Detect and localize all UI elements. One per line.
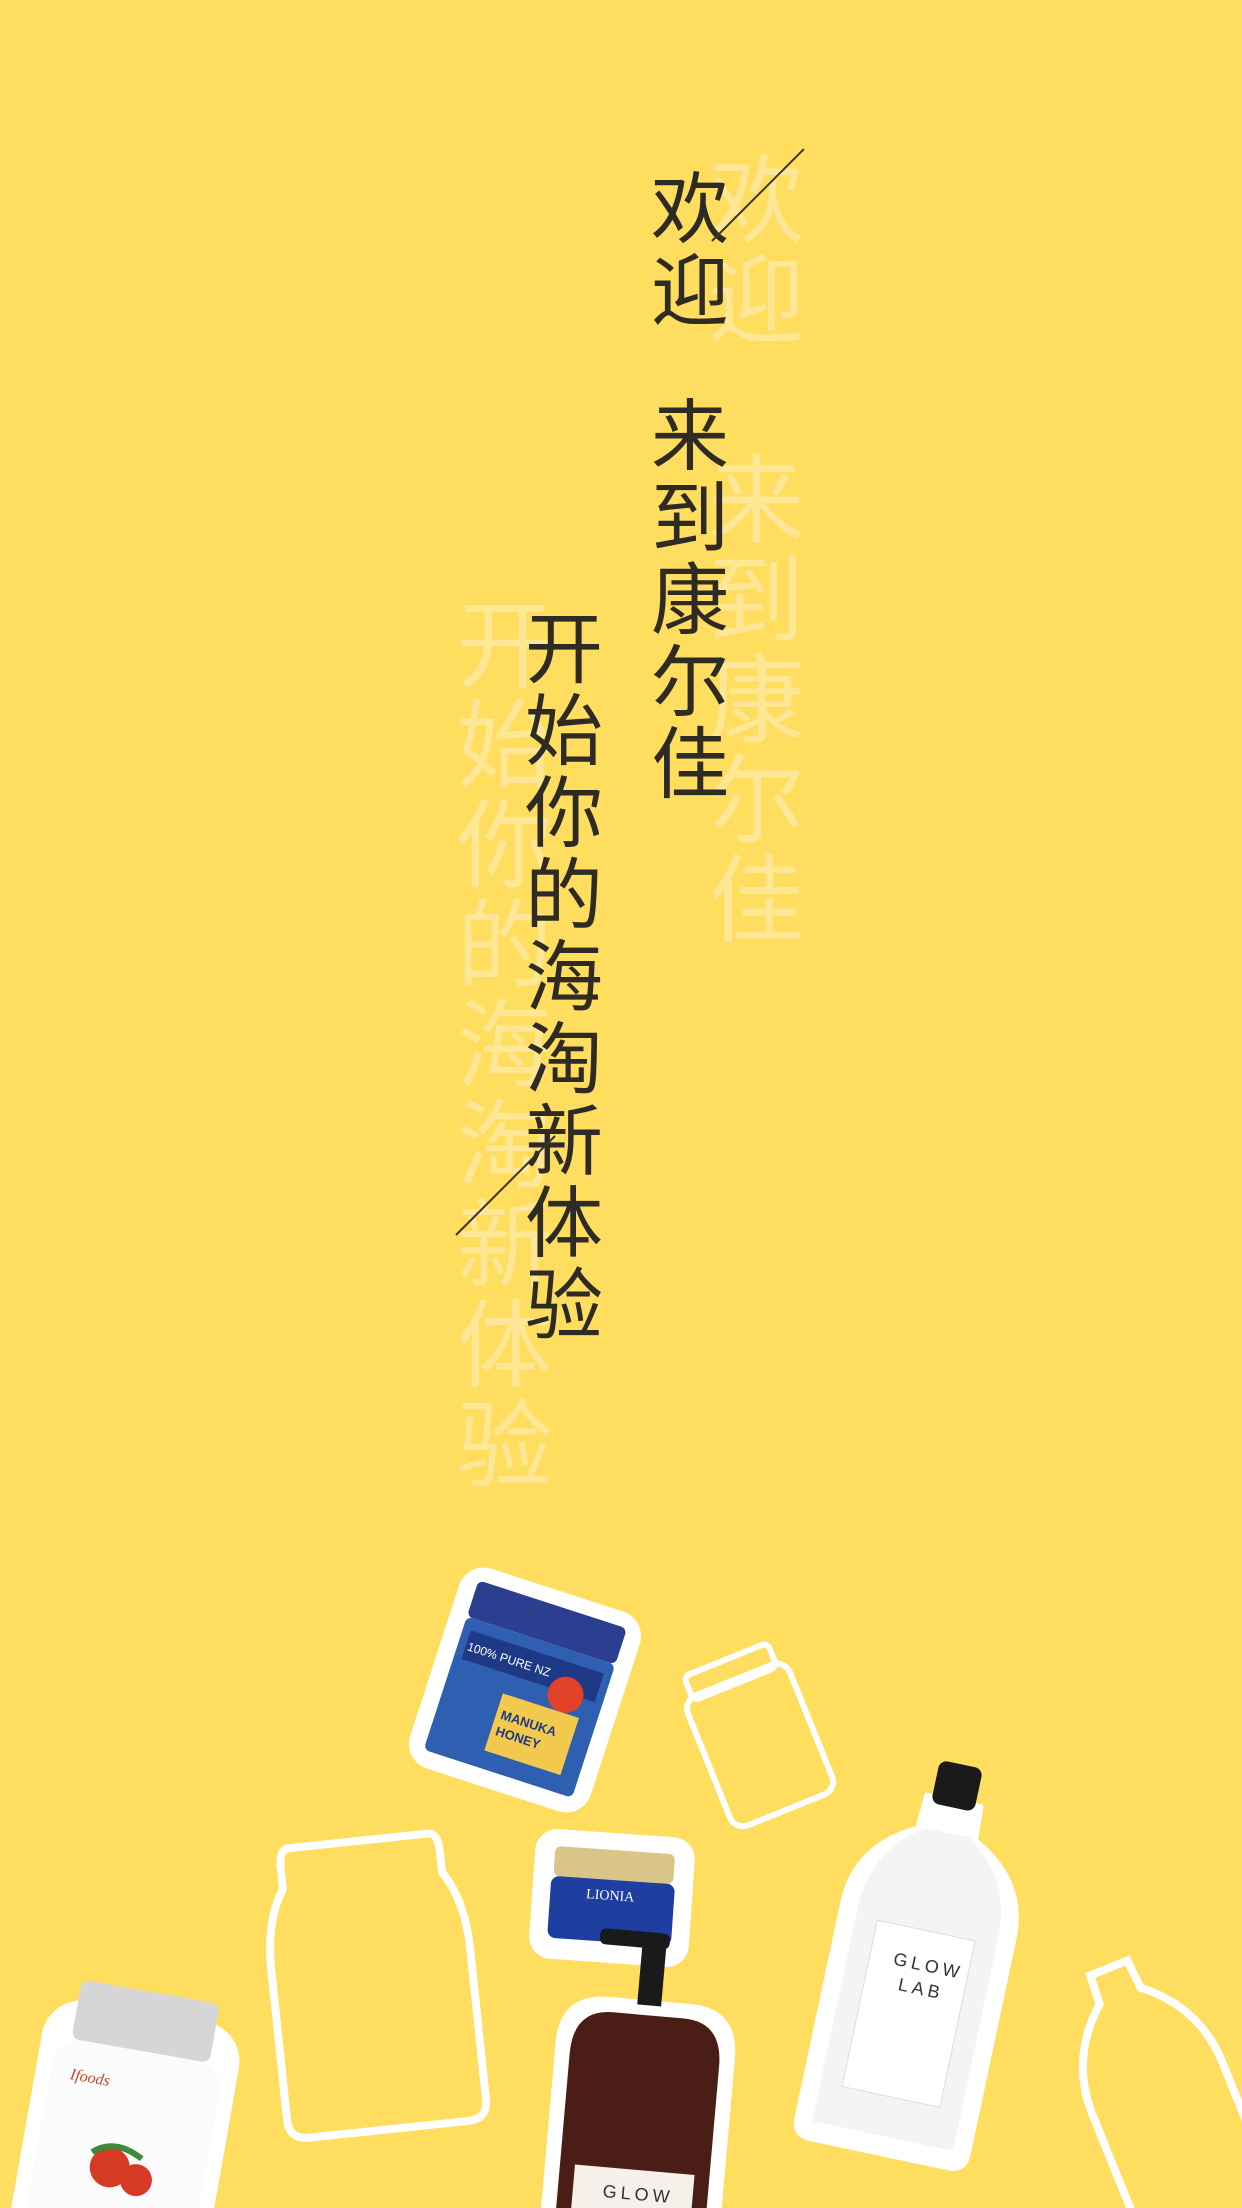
empty-jar-outline-small	[682, 1641, 836, 1830]
vitamin-bottle: Ifoods	[10, 1980, 240, 2208]
glow-lab-bottle: GLOW LAB	[793, 1761, 1019, 2171]
lionia-cream-jar: LIONIA	[529, 1829, 695, 1967]
product-illustration: 100% PURE NZ MANUKA HONEY LIONIA GLOW LA…	[10, 1567, 1242, 2208]
empty-bottle-outline-right	[1078, 1955, 1242, 2208]
glow-pump-bottle: GLOW	[532, 1928, 736, 2208]
empty-bottle-outline-large	[266, 1829, 491, 2142]
manuka-honey-jar: 100% PURE NZ MANUKA HONEY	[408, 1567, 642, 1813]
